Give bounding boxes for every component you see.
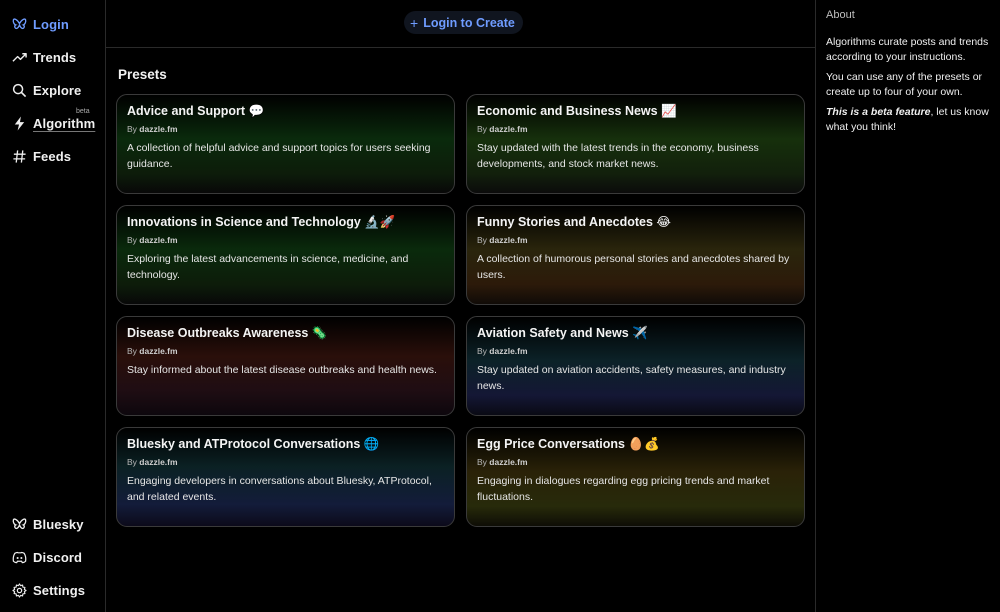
- preset-card-author-name: dazzle.fm: [139, 457, 178, 467]
- sidebar-item-discord[interactable]: Discord: [12, 545, 82, 569]
- preset-card-description: Exploring the latest advancements in sci…: [127, 253, 409, 281]
- butterfly-icon: [12, 17, 27, 29]
- preset-card-author: By dazzle.fm: [477, 123, 794, 135]
- preset-card-funny-stories[interactable]: Funny Stories and Anecdotes 😂 By dazzle.…: [466, 205, 805, 305]
- preset-card-by: By: [127, 235, 137, 245]
- presets-heading: Presets: [118, 67, 167, 82]
- login-to-create-button[interactable]: + Login to Create: [404, 11, 523, 34]
- preset-card-advice-support[interactable]: Advice and Support 💬 By dazzle.fm A coll…: [116, 94, 455, 194]
- sidebar-item-label: Feeds: [33, 148, 72, 164]
- preset-card-description: Engaging developers in conversations abo…: [127, 475, 432, 503]
- preset-card-author-name: dazzle.fm: [489, 235, 528, 245]
- preset-card-egg-price[interactable]: Egg Price Conversations 🥚💰 By dazzle.fm …: [466, 427, 805, 527]
- preset-card-author: By dazzle.fm: [477, 234, 794, 246]
- preset-card-by: By: [477, 235, 487, 245]
- preset-card-author: By dazzle.fm: [127, 456, 444, 468]
- sidebar-item-label: Bluesky: [33, 516, 84, 532]
- sidebar-item-explore[interactable]: Explore: [12, 78, 81, 102]
- preset-card-disease-outbreaks[interactable]: Disease Outbreaks Awareness 🦠 By dazzle.…: [116, 316, 455, 416]
- sidebar-item-label: Trends: [33, 49, 77, 65]
- login-to-create-label: Login to Create: [423, 15, 515, 30]
- topbar: + Login to Create: [106, 0, 815, 48]
- gear-icon: [12, 582, 27, 598]
- preset-card-by: By: [127, 457, 137, 467]
- beta-feature-emphasis: This is a beta feature: [826, 106, 931, 118]
- sidebar-item-label: Explore: [33, 82, 82, 98]
- preset-card-author-name: dazzle.fm: [489, 124, 528, 134]
- hash-icon: [13, 149, 26, 163]
- lightning-icon: [14, 115, 25, 131]
- sidebar-item-algorithm[interactable]: Algorithm beta: [12, 108, 96, 135]
- search-icon: [12, 83, 27, 97]
- preset-card-description: Stay informed about the latest disease o…: [127, 364, 437, 376]
- plus-icon: +: [410, 14, 419, 31]
- preset-card-title: Funny Stories and Anecdotes 😂: [477, 215, 672, 229]
- preset-card-description: Engaging in dialogues regarding egg pric…: [477, 475, 770, 503]
- preset-card-by: By: [127, 346, 137, 356]
- preset-card-economic-business[interactable]: Economic and Business News 📈 By dazzle.f…: [466, 94, 805, 194]
- sidebar: Login Trends Explore Algorithm beta Feed…: [0, 0, 106, 612]
- preset-card-author: By dazzle.fm: [127, 234, 444, 246]
- preset-card-by: By: [127, 124, 137, 134]
- sidebar-item-settings[interactable]: Settings: [12, 578, 85, 602]
- preset-card-author-name: dazzle.fm: [489, 346, 528, 356]
- preset-card-by: By: [477, 124, 487, 134]
- preset-card-by: By: [477, 346, 487, 356]
- preset-card-author: By dazzle.fm: [127, 123, 444, 135]
- sidebar-item-label: Settings: [33, 582, 86, 598]
- sidebar-item-label: Login: [33, 16, 69, 32]
- preset-card-description: Stay updated with the latest trends in t…: [477, 142, 759, 170]
- preset-card-by: By: [477, 457, 487, 467]
- preset-card-title: Bluesky and ATProtocol Conversations 🌐: [127, 437, 380, 451]
- about-paragraph: Algorithms curate posts and trends accor…: [826, 36, 989, 63]
- butterfly-icon: [12, 517, 27, 529]
- preset-card-bluesky-atprotocol[interactable]: Bluesky and ATProtocol Conversations 🌐 B…: [116, 427, 455, 527]
- preset-card-title: Disease Outbreaks Awareness 🦠: [127, 326, 328, 340]
- preset-card-author: By dazzle.fm: [127, 345, 444, 357]
- preset-card-title: Egg Price Conversations 🥚💰: [477, 437, 660, 451]
- preset-card-author-name: dazzle.fm: [139, 124, 178, 134]
- preset-card-title: Advice and Support 💬: [127, 104, 265, 118]
- discord-icon: [12, 551, 27, 563]
- preset-card-title: Economic and Business News 📈: [477, 104, 677, 118]
- preset-card-author-name: dazzle.fm: [139, 346, 178, 356]
- preset-card-description: Stay updated on aviation accidents, safe…: [477, 364, 786, 392]
- preset-card-title: Innovations in Science and Technology 🔬🚀: [127, 215, 396, 229]
- sidebar-item-login[interactable]: Login: [12, 12, 69, 36]
- about-panel: About Algorithms curate posts and trends…: [815, 0, 1000, 612]
- preset-card-description: A collection of helpful advice and suppo…: [127, 142, 431, 170]
- preset-card-author-name: dazzle.fm: [489, 457, 528, 467]
- about-paragraph: You can use any of the presets or create…: [826, 71, 983, 98]
- preset-card-author: By dazzle.fm: [477, 345, 794, 357]
- about-beta-note: This is a beta feature, let us know what…: [826, 105, 992, 135]
- sidebar-item-label: Algorithm: [33, 115, 96, 131]
- preset-card-author: By dazzle.fm: [477, 456, 794, 468]
- preset-card-title: Aviation Safety and News ✈️: [477, 326, 648, 340]
- beta-badge: beta: [76, 108, 90, 115]
- preset-card-aviation-safety[interactable]: Aviation Safety and News ✈️ By dazzle.fm…: [466, 316, 805, 416]
- sidebar-item-label: Discord: [33, 549, 83, 565]
- sidebar-item-feeds[interactable]: Feeds: [12, 144, 71, 168]
- preset-card-description: A collection of humorous personal storie…: [477, 253, 790, 281]
- about-heading: About: [826, 9, 855, 21]
- trending-icon: [12, 52, 27, 62]
- preset-card-author-name: dazzle.fm: [139, 235, 178, 245]
- preset-card-science-technology[interactable]: Innovations in Science and Technology 🔬🚀…: [116, 205, 455, 305]
- sidebar-item-bluesky[interactable]: Bluesky: [12, 512, 84, 536]
- sidebar-item-trends[interactable]: Trends: [12, 45, 76, 69]
